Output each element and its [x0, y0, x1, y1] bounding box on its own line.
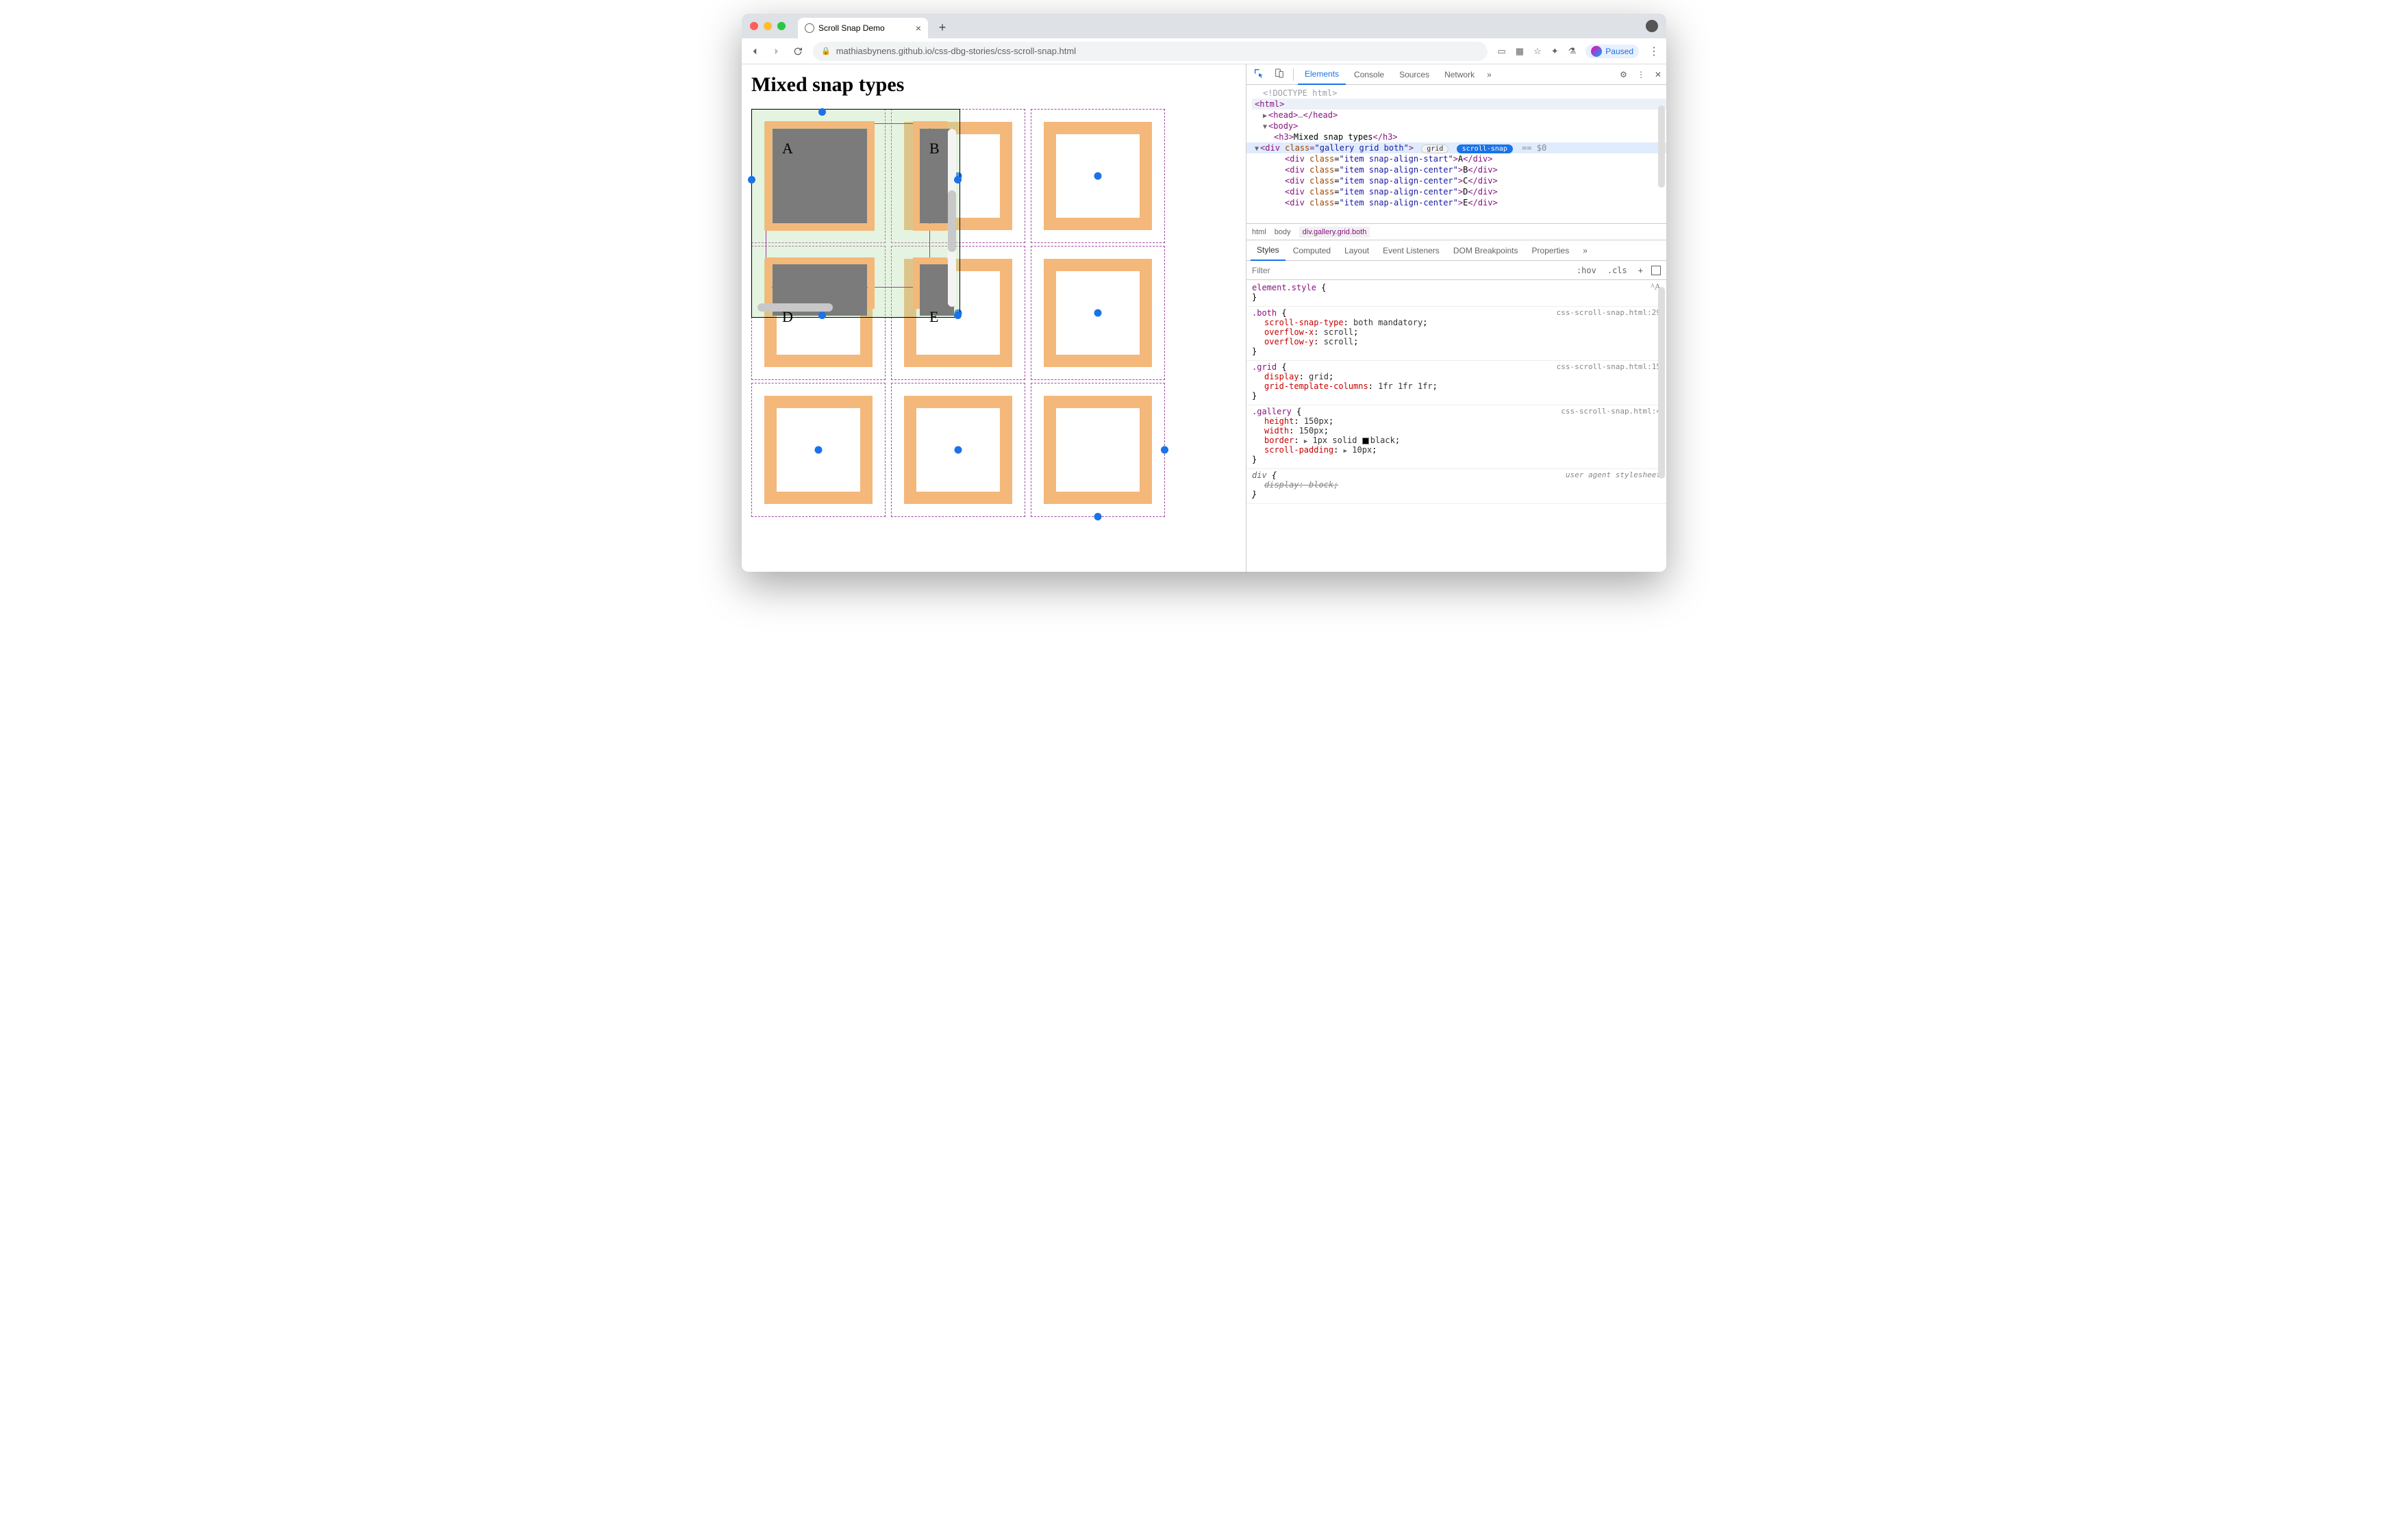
close-devtools-icon[interactable]: ✕ [1653, 68, 1664, 81]
viewport-scrollbar-horizontal[interactable] [757, 303, 946, 312]
rule-user-agent: user agent stylesheet div { display: blo… [1246, 469, 1666, 504]
grid-badge[interactable]: grid [1421, 144, 1448, 153]
hov-toggle[interactable]: :hov [1574, 264, 1599, 277]
labs-icon[interactable]: ⚗ [1568, 46, 1577, 57]
maximize-window-icon[interactable] [777, 22, 786, 30]
tab-console[interactable]: Console [1347, 65, 1391, 84]
rule-element-style: element.style { } [1246, 281, 1666, 307]
snap-dot-icon [818, 108, 826, 116]
styles-pane-tabs: Styles Computed Layout Event Listeners D… [1246, 240, 1666, 261]
browser-menu-icon[interactable]: ⋮ [1648, 45, 1659, 58]
snap-cell [891, 383, 1025, 517]
urlbar: 🔒 mathiasbynens.github.io/css-dbg-storie… [742, 38, 1666, 64]
item-a-border [765, 121, 875, 231]
tab-styles[interactable]: Styles [1251, 240, 1285, 261]
snap-cell [751, 383, 886, 517]
more-styles-tabs-icon[interactable]: » [1577, 241, 1594, 260]
cls-toggle[interactable]: .cls [1605, 264, 1630, 277]
lock-icon: 🔒 [821, 47, 831, 55]
source-link[interactable]: css-scroll-snap.html:4 [1561, 407, 1661, 416]
kebab-icon[interactable]: ⋮ [1635, 68, 1647, 81]
styles-filter-input[interactable] [1252, 266, 1568, 275]
avatar-icon [1591, 46, 1602, 57]
computed-sidebar-icon[interactable] [1651, 266, 1661, 275]
profile-paused-chip[interactable]: Paused [1585, 45, 1639, 58]
browser-window: Scroll Snap Demo × + 🔒 mathiasbynens.git… [742, 14, 1666, 572]
url-field[interactable]: 🔒 mathiasbynens.github.io/css-dbg-storie… [813, 42, 1488, 61]
extensions-icon[interactable]: ✦ [1551, 46, 1559, 57]
back-button[interactable] [749, 45, 761, 58]
page-heading: Mixed snap types [751, 73, 1236, 97]
tab-layout[interactable]: Layout [1338, 241, 1375, 260]
forward-button [770, 45, 783, 58]
reload-button[interactable] [792, 46, 803, 57]
styles-rules[interactable]: ᴬA element.style { } css-scroll-snap.htm… [1246, 280, 1666, 572]
qr-icon[interactable]: ▦ [1516, 46, 1524, 57]
rule-gallery: css-scroll-snap.html:4 .gallery { height… [1246, 405, 1666, 469]
snap-dot-icon [818, 312, 826, 319]
tab-elements[interactable]: Elements [1298, 64, 1346, 85]
snap-dot-icon [954, 312, 962, 319]
devtools-panel: Elements Console Sources Network » ⚙ ⋮ ✕… [1246, 64, 1666, 572]
snap-cell [1031, 109, 1165, 243]
scroll-viewport-overlay: A B D E [751, 109, 960, 318]
minimize-window-icon[interactable] [764, 22, 772, 30]
inspect-element-icon[interactable] [1249, 65, 1268, 84]
window-account-icon[interactable] [1646, 20, 1658, 32]
doctype-node: <!DOCTYPE html> [1263, 88, 1337, 98]
ua-source-label: user agent stylesheet [1566, 470, 1661, 479]
new-tab-button[interactable]: + [933, 18, 951, 36]
viewport-scrollbar-vertical[interactable] [948, 129, 956, 307]
tab-network[interactable]: Network [1438, 65, 1481, 84]
snap-dot-icon [748, 176, 755, 184]
breadcrumb: html body div.gallery.grid.both [1246, 224, 1666, 240]
browser-tab[interactable]: Scroll Snap Demo × [798, 18, 928, 38]
paused-label: Paused [1605, 47, 1633, 56]
dollar-zero-hint: == $0 [1522, 143, 1546, 153]
breadcrumb-html[interactable]: html [1252, 228, 1266, 236]
close-window-icon[interactable] [750, 22, 758, 30]
breadcrumb-selected[interactable]: div.gallery.grid.both [1299, 227, 1370, 238]
tab-computed[interactable]: Computed [1287, 241, 1337, 260]
styles-filter-bar: :hov .cls + [1246, 261, 1666, 280]
snap-dot-icon [954, 176, 962, 184]
breadcrumb-body[interactable]: body [1275, 228, 1291, 236]
close-tab-icon[interactable]: × [916, 23, 921, 34]
main-split: Mixed snap types A [742, 64, 1666, 572]
rule-grid: css-scroll-snap.html:15 .grid { display:… [1246, 361, 1666, 405]
item-e-border [913, 257, 947, 309]
snap-cell [1031, 246, 1165, 380]
devtools-tabs: Elements Console Sources Network » ⚙ ⋮ ✕ [1246, 64, 1666, 85]
tab-properties[interactable]: Properties [1526, 241, 1576, 260]
tab-event-listeners[interactable]: Event Listeners [1377, 241, 1446, 260]
new-rule-button[interactable]: + [1635, 264, 1646, 277]
page-area: Mixed snap types A [742, 64, 1246, 572]
tab-title: Scroll Snap Demo [818, 23, 885, 33]
color-swatch-icon[interactable] [1362, 438, 1369, 444]
styles-scrollbar[interactable] [1658, 287, 1665, 479]
traffic-lights [750, 22, 786, 30]
star-icon[interactable]: ☆ [1533, 46, 1542, 57]
screen-icon[interactable]: ▭ [1497, 46, 1505, 57]
tab-sources[interactable]: Sources [1392, 65, 1436, 84]
dom-tree[interactable]: <!DOCTYPE html> <html> ▶<head>…</head> ▼… [1246, 85, 1666, 224]
source-link[interactable]: css-scroll-snap.html:29 [1557, 308, 1661, 317]
globe-icon [805, 23, 814, 33]
device-toolbar-icon[interactable] [1270, 65, 1289, 84]
rule-both: css-scroll-snap.html:29 .both { scroll-s… [1246, 307, 1666, 361]
snap-cell [1031, 383, 1165, 517]
source-link[interactable]: css-scroll-snap.html:15 [1557, 362, 1661, 371]
url-text: mathiasbynens.github.io/css-dbg-stories/… [836, 46, 1076, 56]
selected-dom-node[interactable]: ▼<div class="gallery grid both"> grid sc… [1246, 142, 1666, 153]
item-b-border [913, 121, 947, 231]
item-d-border [765, 257, 875, 309]
titlebar: Scroll Snap Demo × + [742, 14, 1666, 38]
settings-icon[interactable]: ⚙ [1618, 68, 1629, 81]
scroll-snap-badge[interactable]: scroll-snap [1457, 144, 1513, 153]
dom-scrollbar[interactable] [1658, 105, 1665, 188]
tab-dom-breakpoints[interactable]: DOM Breakpoints [1447, 241, 1525, 260]
more-tabs-icon[interactable]: » [1483, 67, 1496, 82]
